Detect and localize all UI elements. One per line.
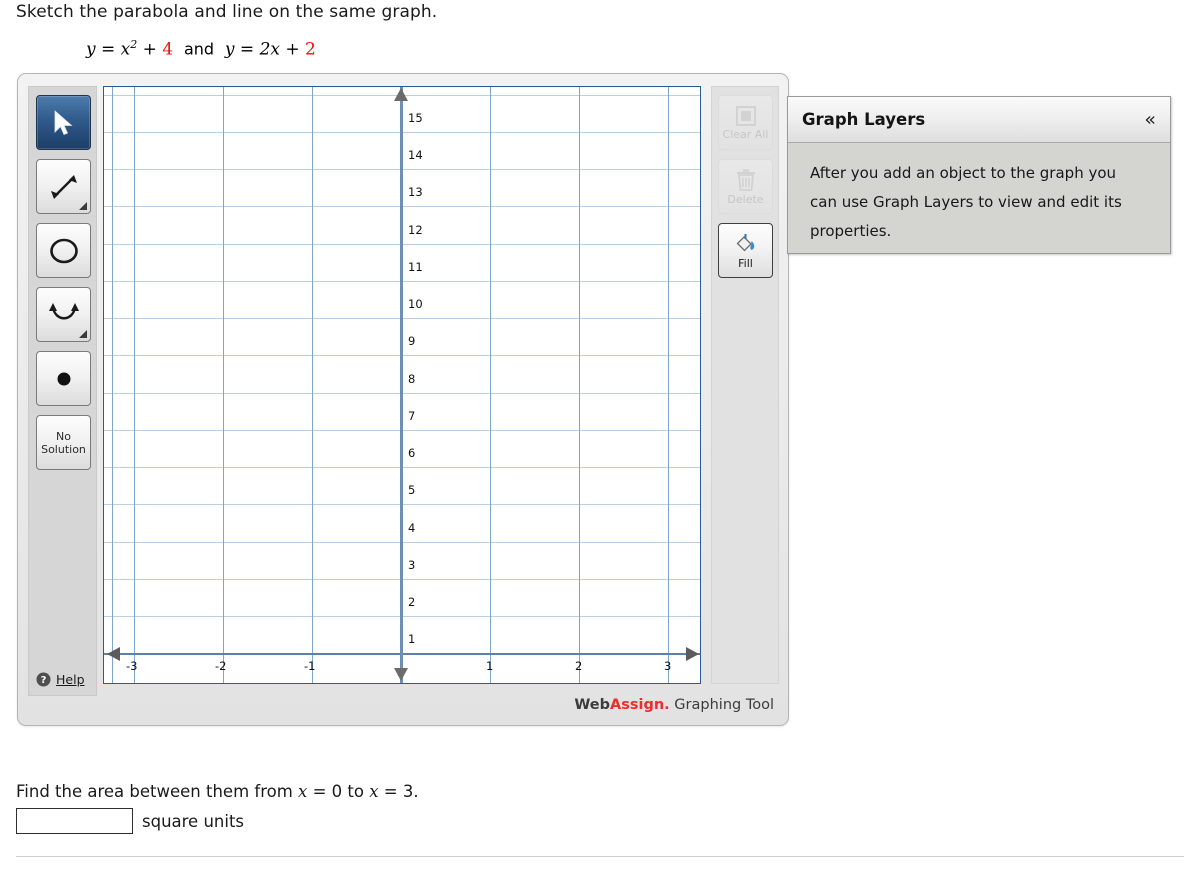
- brand-tool: Graphing Tool: [669, 697, 774, 713]
- equation-display: y = x2 + 4 and y = 2x + 2: [86, 38, 316, 60]
- point-tool-button[interactable]: [36, 351, 91, 406]
- x-axis-arrow-left-icon: [107, 647, 120, 661]
- y-tick-label: 7: [408, 409, 416, 423]
- equation-const1: 4: [162, 39, 174, 60]
- x-axis-arrow-right-icon: [686, 647, 699, 661]
- gridline-x-2: [579, 87, 580, 683]
- equation-eq2: =: [234, 39, 260, 60]
- equation-coef2: 2x: [259, 39, 280, 60]
- gridline-x-neg1: [312, 87, 313, 683]
- cursor-arrow-icon: [54, 109, 73, 135]
- double-arrow-line-icon: [50, 174, 77, 199]
- graph-layers-text-line1: After you add an object to the graph you: [810, 164, 1117, 182]
- y-tick-label: 12: [408, 223, 423, 237]
- equation-y2: y: [224, 39, 235, 60]
- equation-plus2: +: [279, 39, 306, 60]
- answer-units-label: square units: [142, 811, 245, 831]
- question-mark-circle-icon: ?: [36, 672, 51, 687]
- brand-assign: Assign.: [610, 697, 670, 713]
- sub-question-text: Find the area between them from x = 0 to…: [16, 782, 419, 801]
- equation-eq1: =: [95, 39, 121, 60]
- graph-layers-title: Graph Layers: [802, 110, 926, 129]
- graph-layers-text-line3: properties.: [810, 222, 892, 240]
- no-solution-label-line2: Solution: [41, 442, 86, 456]
- y-tick-label: 15: [408, 111, 423, 125]
- answer-row: square units: [16, 808, 244, 834]
- y-tick-label: 2: [408, 595, 416, 609]
- y-tick-label: 9: [408, 334, 416, 348]
- gridline-x-minor: [112, 87, 113, 683]
- equation-plus1: +: [137, 39, 163, 60]
- delete-button[interactable]: Delete: [718, 159, 773, 214]
- bottom-divider: [16, 856, 1184, 857]
- double-chevron-left-icon[interactable]: «: [1144, 110, 1156, 129]
- gridline-x-neg3: [134, 87, 135, 683]
- x-tick-label: -1: [304, 659, 316, 673]
- clear-all-button[interactable]: Clear All: [718, 95, 773, 150]
- drawing-toolbar: No Solution ? Help: [28, 86, 97, 696]
- filled-dot-icon: [57, 372, 70, 385]
- graph-layers-panel: Graph Layers « After you add an object t…: [787, 96, 1171, 254]
- action-toolbar: Clear All Delete Fill: [711, 86, 779, 684]
- line-tool-button[interactable]: [36, 159, 91, 214]
- gridline-x-3: [668, 87, 669, 683]
- graph-layers-text-line2: can use Graph Layers to view and edit it…: [810, 193, 1122, 211]
- square-clear-icon: [735, 105, 756, 126]
- fill-button[interactable]: Fill: [718, 223, 773, 278]
- gridline-x-neg2: [223, 87, 224, 683]
- x-tick-label: 3: [664, 659, 672, 673]
- circle-tool-button[interactable]: [36, 223, 91, 278]
- x-tick-label: -3: [126, 659, 138, 673]
- help-button[interactable]: ? Help: [36, 672, 85, 687]
- brand-web: Web: [574, 697, 611, 713]
- gridline-x-1: [490, 87, 491, 683]
- no-solution-button[interactable]: No Solution: [36, 415, 91, 470]
- page-title: Sketch the parabola and line on the same…: [16, 2, 438, 22]
- equation-y1: y: [86, 39, 96, 60]
- tool-expand-corner-icon[interactable]: [79, 202, 87, 210]
- y-tick-label: 6: [408, 446, 416, 460]
- x-tick-label: -2: [215, 659, 227, 673]
- y-tick-label: 3: [408, 558, 416, 572]
- answer-input[interactable]: [16, 808, 133, 834]
- equation-const2: 2: [305, 39, 316, 60]
- graph-layers-header: Graph Layers «: [788, 97, 1170, 143]
- y-tick-label: 5: [408, 483, 416, 497]
- parabola-icon: [48, 302, 79, 319]
- y-tick-label: 13: [408, 185, 423, 199]
- y-axis-arrow-down-icon: [394, 668, 408, 681]
- graphing-tool-panel: No Solution ? Help 15 14 13 12 11 10 9 8…: [17, 73, 789, 726]
- circle-outline-icon: [49, 238, 78, 263]
- trash-can-icon: [736, 169, 755, 191]
- y-tick-label: 1: [408, 632, 416, 646]
- clear-all-label: Clear All: [722, 127, 769, 141]
- delete-label: Delete: [727, 192, 764, 206]
- fill-label: Fill: [738, 256, 753, 270]
- x-tick-label: 1: [486, 659, 494, 673]
- y-tick-label: 4: [408, 521, 416, 535]
- svg-text:?: ?: [41, 675, 47, 686]
- graph-layers-body: After you add an object to the graph you…: [788, 143, 1170, 256]
- parabola-tool-button[interactable]: [36, 287, 91, 342]
- y-axis-arrow-up-icon: [394, 88, 408, 101]
- y-tick-label: 11: [408, 260, 423, 274]
- y-axis: [400, 87, 403, 683]
- tool-expand-corner-icon[interactable]: [79, 330, 87, 338]
- no-solution-label-line1: No: [56, 429, 71, 443]
- equation-x-base: x: [120, 39, 131, 60]
- equation-conjunction: and: [183, 39, 215, 59]
- y-tick-label: 10: [408, 297, 423, 311]
- x-tick-label: 2: [575, 659, 583, 673]
- paint-bucket-icon: [736, 233, 754, 251]
- webassign-brand: WebAssign. Graphing Tool: [574, 697, 774, 713]
- select-tool-button[interactable]: [36, 95, 91, 150]
- y-tick-label: 14: [408, 148, 423, 162]
- help-label: Help: [56, 672, 85, 687]
- y-tick-label: 8: [408, 372, 416, 386]
- graph-canvas[interactable]: 15 14 13 12 11 10 9 8 7 6 5 4 3 2 1 -3 -…: [103, 86, 701, 684]
